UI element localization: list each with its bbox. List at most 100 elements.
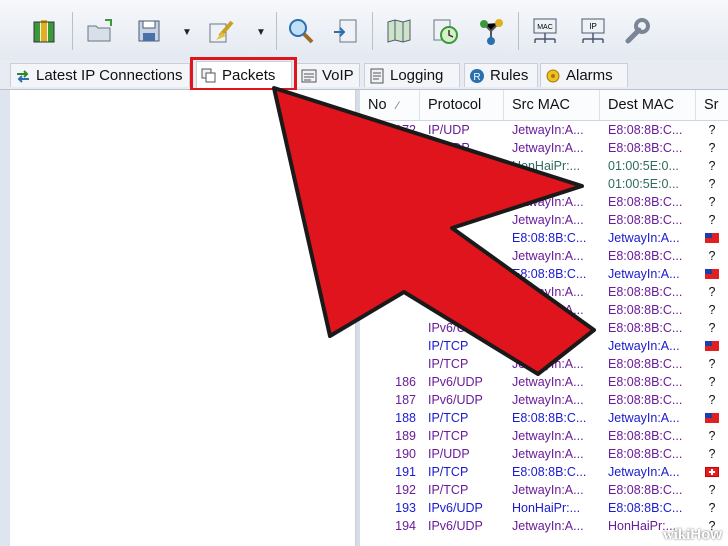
cell-no (368, 247, 420, 265)
tab-voip[interactable]: VoIP (296, 63, 360, 87)
tab-label: Logging (390, 67, 444, 84)
column-header-dest-mac[interactable]: Dest MAC (600, 90, 696, 120)
cell-protocol: IPv6/UDP (428, 393, 483, 407)
cell-src-mac: E8:08:8B:C... (512, 231, 587, 245)
tab-packets[interactable]: Packets (196, 61, 292, 89)
tab-latest-ip-connections[interactable]: Latest IP Connections (10, 63, 190, 87)
cell-protocol (428, 157, 508, 175)
taiwan-flag-icon (702, 337, 722, 355)
cell-dest-mac: E8:08:8B:C... (608, 285, 683, 299)
cell-protocol: IP/TCP (428, 357, 469, 371)
network-map-icon[interactable] (382, 14, 416, 48)
table-row[interactable]: 190 IP/UDP JetwayIn:A... E8:08:8B:C...? (360, 445, 728, 463)
dashboard-icon[interactable] (28, 14, 62, 48)
table-row[interactable]: 187 IPv6/UDP JetwayIn:A... E8:08:8B:C...? (360, 391, 728, 409)
toolbar-separator (518, 12, 519, 50)
cell-src-mac: JetwayIn:A... (512, 249, 584, 263)
schedule-clock-icon[interactable] (428, 14, 462, 48)
cell-protocol: IP/UDP (428, 447, 470, 461)
open-folder-icon[interactable] (83, 14, 117, 48)
cell-src-country: ? (708, 483, 716, 497)
cell-src-mac (512, 337, 600, 355)
table-row[interactable]: 191 IP/TCP E8:08:8B:C... JetwayIn:A... (360, 463, 728, 481)
table-row[interactable]: JetwayIn:A... E8:08:8B:C...? (360, 247, 728, 265)
table-row[interactable]: 193 IPv6/UDP HonHaiPr:... E8:08:8B:C...? (360, 499, 728, 517)
column-label: Sr (704, 97, 719, 113)
column-header-no[interactable]: No ⁄ (360, 90, 420, 120)
cell-dest-mac: E8:08:8B:C... (608, 303, 683, 317)
svg-text:IP: IP (589, 22, 597, 31)
cell-src-country: ? (708, 501, 716, 515)
packets-table: No ⁄ Protocol Src MAC Dest MAC Sr 172 IP/… (360, 90, 728, 546)
cell-no: 172 (395, 123, 416, 137)
cell-no: 191 (395, 465, 416, 479)
column-header-protocol[interactable]: Protocol (420, 90, 504, 120)
table-row[interactable]: JetwayIn:A... E8:08:8B:C...? (360, 301, 728, 319)
cell-src-mac: E8:08:8B:C... (512, 465, 587, 479)
cell-src-mac: JetwayIn:A... (512, 357, 584, 371)
cell-no (368, 157, 420, 175)
table-row[interactable]: 192 IP/TCP JetwayIn:A... E8:08:8B:C...? (360, 481, 728, 499)
clear-dropdown-icon[interactable]: ▼ (256, 27, 266, 38)
cell-no (368, 193, 420, 211)
cell-no (368, 175, 420, 193)
table-row[interactable]: IP/TCP JetwayIn:A... E8:08:8B:C...? (360, 355, 728, 373)
table-row[interactable]: JetwayIn:A... E8:08:8B:C...? (360, 211, 728, 229)
cell-no: 188 (395, 411, 416, 425)
column-header-src-mac[interactable]: Src MAC (504, 90, 600, 120)
table-row[interactable]: HonHaiPr:... 01:00:5E:0...? (360, 157, 728, 175)
cell-dest-mac: E8:08:8B:C... (608, 123, 683, 137)
table-row[interactable]: 186 IPv6/UDP JetwayIn:A... E8:08:8B:C...? (360, 373, 728, 391)
cell-dest-mac: E8:08:8B:C... (608, 357, 683, 371)
table-row[interactable]: 188 IP/TCP E8:08:8B:C... JetwayIn:A... (360, 409, 728, 427)
table-row[interactable]: IP/TCP JetwayIn:A... (360, 337, 728, 355)
table-row[interactable]: JetwayIn:A... E8:08:8B:C...? (360, 193, 728, 211)
table-row[interactable]: 172 IP/UDP JetwayIn:A... E8:08:8B:C...? (360, 121, 728, 139)
table-row[interactable]: E8:08:8B:C... JetwayIn:A... (360, 265, 728, 283)
mac-address-icon[interactable]: MAC (528, 14, 562, 48)
voip-icon (301, 69, 317, 82)
ip-address-icon[interactable]: IP (576, 14, 610, 48)
cell-src-country: ? (708, 393, 716, 407)
table-body: 172 IP/UDP JetwayIn:A... E8:08:8B:C...? IP/U… (360, 121, 728, 535)
cell-src-mac: JetwayIn:A... (512, 429, 584, 443)
search-magnifier-icon[interactable] (284, 14, 318, 48)
watermark-wiki: wiki (662, 527, 691, 543)
cell-dest-mac: E8:08:8B:C... (608, 375, 683, 389)
wrench-settings-icon[interactable] (620, 14, 654, 48)
column-header-src[interactable]: Sr (696, 90, 728, 120)
table-row[interactable]: 189 IP/TCP JetwayIn:A... E8:08:8B:C...? (360, 427, 728, 445)
save-disk-icon[interactable] (132, 14, 166, 48)
cell-dest-mac: E8:08:8B:C... (608, 483, 683, 497)
cell-dest-mac: JetwayIn:A... (608, 411, 680, 425)
cell-src-country: ? (708, 447, 716, 461)
table-row[interactable]: IP/UDP JetwayIn:A... E8:08:8B:C...? (360, 139, 728, 157)
cell-src-mac: JetwayIn:A... (512, 141, 584, 155)
table-row[interactable]: JetwayIn:A... E8:08:8B:C...? (360, 283, 728, 301)
tab-label: VoIP (322, 67, 354, 84)
save-dropdown-icon[interactable]: ▼ (182, 27, 192, 38)
table-row[interactable]: HonHaiPr:... 01:00:5E:0...? (360, 175, 728, 193)
clear-broom-icon[interactable] (204, 14, 238, 48)
cell-no: 194 (395, 519, 416, 533)
svg-text:R: R (473, 72, 480, 83)
cell-src-country: ? (708, 123, 716, 137)
left-tree-pane[interactable] (10, 90, 356, 546)
taiwan-flag-icon (702, 229, 722, 247)
export-document-icon[interactable] (328, 14, 362, 48)
cell-dest-mac: 01:00:5E:0... (608, 159, 679, 173)
cell-no: 193 (395, 501, 416, 515)
tab-rules[interactable]: R Rules (464, 63, 538, 87)
tab-logging[interactable]: Logging (364, 63, 460, 87)
cell-no (368, 265, 420, 283)
cell-src-mac: JetwayIn:A... (512, 483, 584, 497)
column-label: Src MAC (512, 97, 570, 113)
table-row[interactable]: IPv6/UDP JetwayIn:A... E8:08:8B:C...? (360, 319, 728, 337)
cell-src-mac: JetwayIn:A... (512, 393, 584, 407)
toolbar-separator (72, 12, 73, 50)
tab-alarms[interactable]: Alarms (540, 63, 628, 87)
cell-dest-mac: E8:08:8B:C... (608, 429, 683, 443)
logging-icon (370, 68, 384, 83)
molecule-share-icon[interactable] (474, 14, 508, 48)
table-row[interactable]: E8:08:8B:C... JetwayIn:A... (360, 229, 728, 247)
